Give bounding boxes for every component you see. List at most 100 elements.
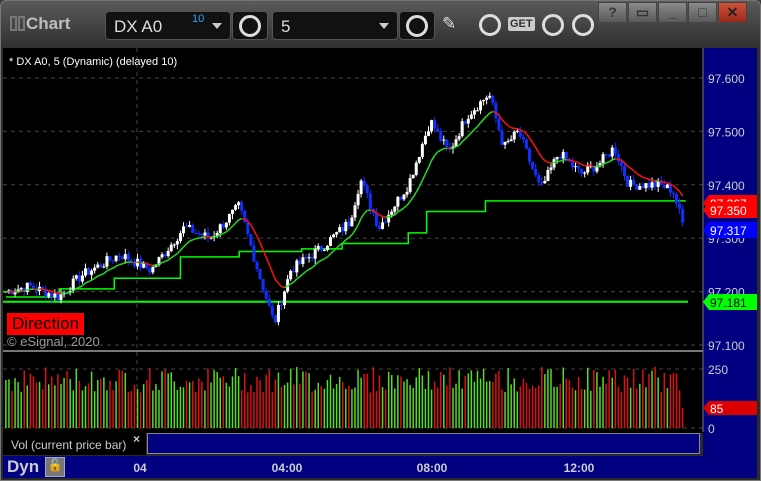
candle-body [577,166,581,169]
moving-average-segment [661,180,665,184]
candle-body [283,291,287,306]
moving-average-segment [173,252,178,257]
moving-average-segment [382,215,386,218]
candle-body [466,118,470,124]
moving-average-segment [596,165,601,168]
candle-body [258,269,262,280]
moving-average-segment [164,259,169,263]
candle-body [377,225,381,229]
candle-body [123,254,127,260]
moving-average-segment [314,261,319,266]
moving-average-segment [489,110,494,114]
candle-body [509,139,513,142]
moving-average-segment [486,112,491,117]
price-label: 97.350 [710,204,747,218]
candle-body [497,118,501,131]
moving-average-segment [633,170,638,175]
candle-body [169,244,173,252]
candle-body [561,151,565,159]
candle-body [479,101,483,111]
moving-average-segment [400,207,405,211]
moving-average-segment [317,259,322,263]
moving-average-segment [195,237,199,240]
candle-body [126,254,130,261]
candle-body [56,293,60,301]
candle-body [237,202,241,206]
moving-average-segment [470,128,475,134]
moving-average-segment [259,242,264,251]
moving-average-segment [403,204,408,209]
moving-average-segment [271,271,277,280]
candle-body [610,147,614,157]
lock-icon[interactable]: 🔓 [45,457,65,477]
candle-body [417,156,421,163]
candle-body [420,144,424,157]
moving-average-segment [183,243,188,248]
moving-average-segment [326,253,332,258]
moving-average-segment [418,180,424,188]
moving-average-segment [170,255,175,259]
moving-average-segment [305,268,310,273]
candle-body [99,264,103,268]
moving-average-segment [76,286,80,290]
candle-body [613,147,617,155]
candle-body [601,154,605,164]
candle-body [83,268,87,276]
moving-average-segment [578,162,582,166]
moving-average-segment [464,135,469,140]
moving-average-segment [253,230,258,237]
moving-average-segment [277,282,283,288]
candle-body [469,114,473,119]
moving-average-segment [115,264,120,267]
moving-average-segment [324,256,328,260]
moving-average-segment [651,179,656,182]
candle-body [644,183,648,189]
candle-body [647,183,651,188]
candle-body [604,154,608,156]
moving-average-segment [91,277,96,281]
moving-average-segment [109,267,114,271]
moving-average-segment [214,235,218,238]
candle-body [279,304,283,306]
moving-average-segment [483,115,488,120]
moving-average-segment [176,249,181,255]
candle-body [53,293,57,298]
candle-body [347,221,351,227]
moving-average-segment [167,257,172,261]
time-tick: 08:00 [416,461,448,475]
close-study-icon[interactable]: × [133,432,140,446]
candle-body [528,148,532,162]
moving-average-segment [406,200,411,206]
candle-body [114,255,118,261]
candle-body [175,241,179,245]
candle-body [405,191,409,195]
candle-body [359,180,363,195]
time-tick: 12:00 [563,461,595,475]
price-label: 97.317 [710,224,747,238]
candle-body [111,260,115,262]
moving-average-segment [256,235,261,244]
moving-average-segment [131,261,135,264]
candle-body [96,264,100,268]
moving-average-segment [18,290,22,293]
candle-body [482,100,486,102]
price-tick: 97.600 [708,72,745,86]
moving-average-segment [538,152,543,158]
time-axis[interactable]: Dyn 🔓 [3,456,703,478]
candle-body [586,166,590,173]
moving-average-segment [581,163,585,167]
candle-body [524,139,528,149]
candle-body [59,294,63,301]
candle-body [491,95,495,104]
candle-body [512,131,516,140]
study-strip [147,433,700,454]
moving-average-segment [265,256,270,265]
candle-body [381,222,385,229]
candle-body [108,256,112,261]
moving-average-segment [119,263,123,266]
moving-average-segment [590,165,595,168]
candle-body [641,185,645,189]
dyn-label: Dyn [7,457,40,476]
candle-body [583,172,587,174]
moving-average-segment [179,246,185,251]
